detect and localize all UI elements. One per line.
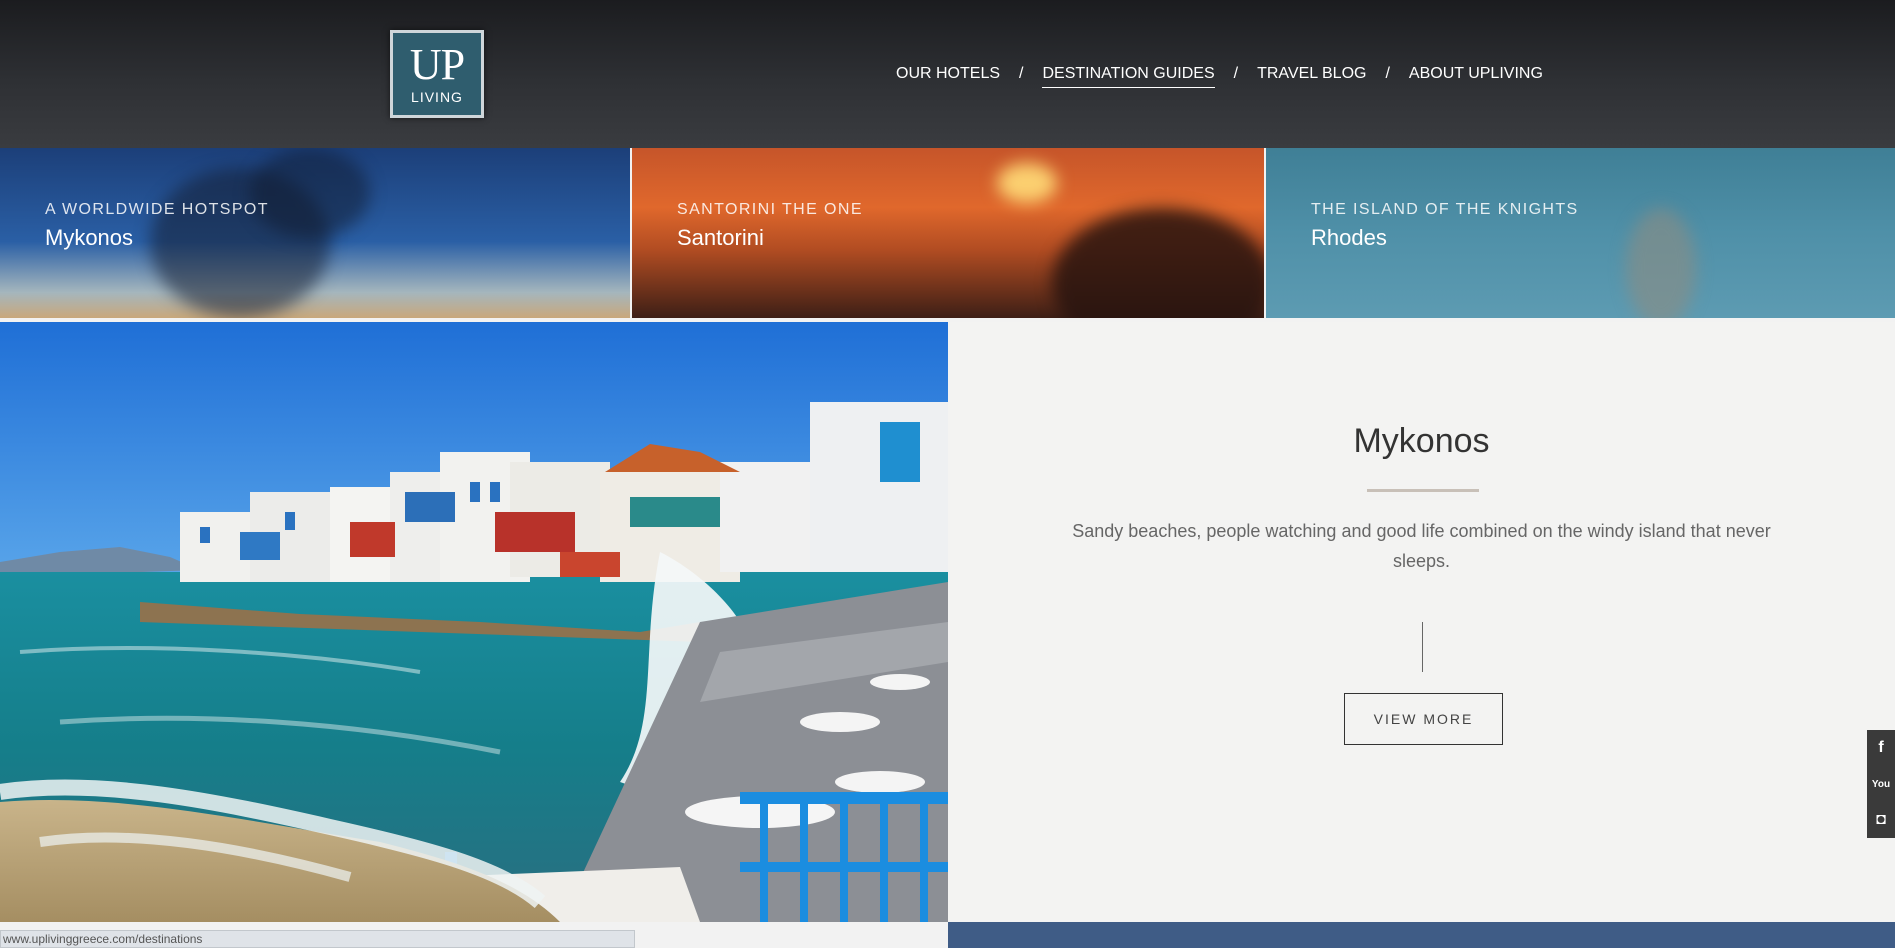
feature-photo [0,322,948,922]
nav-destination-guides[interactable]: DESTINATION GUIDES [1042,65,1215,88]
tile-santorini[interactable]: SANTORINI THE ONE Santorini [630,148,1264,318]
tile-rhodes[interactable]: THE ISLAND OF THE KNIGHTS Rhodes [1264,148,1895,318]
main-nav: OUR HOTELS / DESTINATION GUIDES / TRAVEL… [896,64,1543,88]
nav-separator: / [1385,65,1390,82]
tile-kicker: A WORLDWIDE HOTSPOT [45,201,269,218]
view-more-button[interactable]: VIEW MORE [1344,693,1503,745]
tile-name: Rhodes [1311,225,1387,250]
nav-separator: / [1233,65,1239,82]
tile-name: Mykonos [45,225,134,250]
tile-name: Santorini [677,225,764,250]
feature-description: Sandy beaches, people watching and good … [1072,521,1771,571]
nav-travel-blog[interactable]: TRAVEL BLOG [1257,65,1366,87]
site-header: UP LIVING OUR HOTELS / DESTINATION GUIDE… [0,0,1895,148]
destination-tiles: A WORLDWIDE HOTSPOT Mykonos SANTORINI TH… [0,148,1895,318]
nav-our-hotels[interactable]: OUR HOTELS [896,65,1000,87]
tile-mykonos[interactable]: A WORLDWIDE HOTSPOT Mykonos [0,148,630,318]
instagram-icon[interactable]: ◘ [1867,802,1895,838]
nav-about-upliving[interactable]: ABOUT UPLIVING [1409,65,1543,87]
upliving-logo[interactable]: UP LIVING [390,30,484,118]
logo-up-text: UP [409,40,465,89]
tile-kicker: SANTORINI THE ONE [677,201,863,218]
feature-info-panel: Mykonos Sandy beaches, people watching a… [948,322,1895,922]
nav-separator: / [1019,65,1024,82]
logo-living-text: LIVING [411,89,463,105]
footer-strip [948,922,1895,948]
vertical-divider [1422,622,1423,672]
title-divider [1367,489,1479,492]
tile-kicker: THE ISLAND OF THE KNIGHTS [1311,201,1579,218]
browser-status-url: www.uplivinggreece.com/destinations [0,930,635,948]
facebook-icon[interactable]: f [1867,730,1895,766]
feature-title: Mykonos [1353,422,1490,460]
social-bar: f You ◘ [1867,730,1895,838]
youtube-icon[interactable]: You [1867,766,1895,802]
